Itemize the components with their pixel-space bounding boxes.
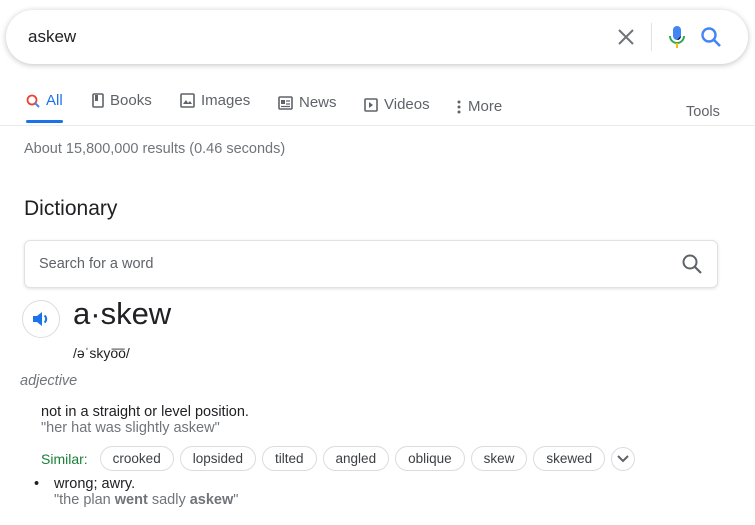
search-icon — [26, 94, 40, 108]
part-of-speech: adjective — [20, 373, 78, 389]
definition-example: "the plan went sadly askew" — [54, 492, 238, 508]
definition-text: not in a straight or level position. — [41, 404, 249, 420]
example-bold: went — [114, 492, 148, 508]
tab-label: Images — [201, 92, 251, 109]
search-icon[interactable] — [694, 20, 728, 54]
similar-chip[interactable]: skew — [470, 446, 528, 471]
book-icon — [92, 93, 104, 108]
chevron-down-icon — [617, 454, 629, 462]
similar-chip[interactable]: oblique — [395, 446, 465, 471]
tab-label: More — [468, 98, 503, 115]
news-icon — [278, 95, 293, 110]
tools-button[interactable]: Tools — [686, 104, 720, 120]
pronounce-button[interactable] — [22, 300, 60, 338]
image-icon — [180, 93, 195, 108]
similar-chip[interactable]: crooked — [99, 446, 174, 471]
clear-icon[interactable] — [609, 20, 643, 54]
bullet: • — [34, 476, 40, 492]
tab-label: News — [299, 94, 337, 111]
definition-example: "her hat was slightly askew" — [41, 420, 220, 436]
similar-chip[interactable]: tilted — [262, 446, 317, 471]
tab-label: All — [46, 92, 63, 109]
search-bar[interactable]: askew — [6, 10, 748, 64]
divider — [651, 23, 652, 51]
tab-label: Videos — [384, 96, 430, 113]
similar-words: Similar: crooked lopsided tilted angled … — [41, 446, 636, 471]
result-stats: About 15,800,000 results (0.46 seconds) — [24, 141, 286, 157]
more-vert-icon — [457, 100, 461, 113]
similar-chip[interactable]: skewed — [533, 446, 606, 471]
search-input[interactable]: askew — [26, 27, 609, 47]
example-text: " — [233, 492, 239, 508]
tab-books[interactable]: Books — [92, 92, 152, 109]
similar-label: Similar: — [41, 450, 88, 467]
example-text: sadly — [147, 492, 190, 508]
tab-images[interactable]: Images — [180, 92, 250, 109]
similar-chip[interactable]: angled — [322, 446, 390, 471]
definition-2: • wrong; awry. "the plan went sadly askew… — [34, 476, 238, 508]
tab-more[interactable]: More — [456, 98, 502, 115]
tab-label: Books — [110, 92, 152, 109]
expand-similar-button[interactable] — [611, 446, 636, 471]
tab-all[interactable]: All — [26, 92, 63, 123]
definition-1: not in a straight or level position. "he… — [41, 404, 249, 436]
phonetic: /əˈskyo͞o/ — [73, 345, 130, 361]
dictionary-search[interactable] — [24, 240, 718, 288]
example-text: "the plan — [54, 492, 115, 508]
dictionary-search-input[interactable] — [39, 256, 681, 272]
search-icon[interactable] — [681, 253, 703, 275]
video-icon — [364, 97, 378, 112]
definition-text: wrong; awry. — [54, 476, 136, 492]
headword: a·skew — [73, 296, 172, 331]
similar-chip[interactable]: lopsided — [179, 446, 256, 471]
tab-news[interactable]: News — [278, 94, 337, 111]
microphone-icon[interactable] — [660, 20, 694, 54]
search-tabs: All Books Images News Videos More — [0, 84, 755, 126]
tab-videos[interactable]: Videos — [364, 96, 430, 113]
example-bold: askew — [189, 492, 234, 508]
dictionary-title: Dictionary — [24, 197, 118, 220]
speaker-icon — [33, 312, 48, 326]
